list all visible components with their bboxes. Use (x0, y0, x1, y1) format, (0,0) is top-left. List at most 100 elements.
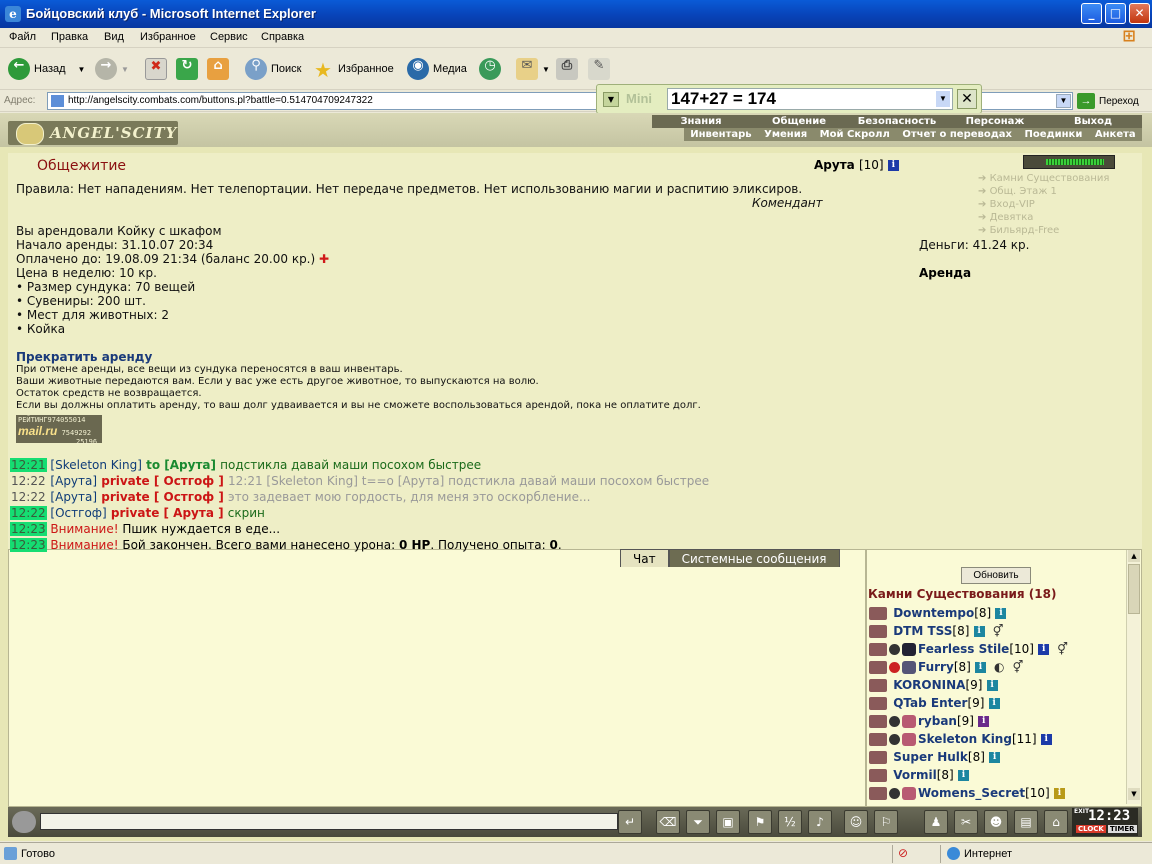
exit-door-icon[interactable]: ⌂ (1044, 810, 1068, 834)
scroll-icon[interactable]: ✂ (954, 810, 978, 834)
history-button[interactable]: ◷ (479, 56, 501, 82)
timer-label[interactable]: TIMER (1108, 825, 1137, 833)
player-name[interactable]: Furry (918, 660, 954, 674)
nav-security[interactable]: Безопасность (848, 115, 946, 128)
exit-label[interactable]: EXIT (1074, 808, 1089, 815)
player-name[interactable]: DTM TSS (893, 624, 952, 638)
info-icon[interactable]: i (1053, 788, 1065, 799)
chat-sender[interactable]: [Арута] (50, 474, 97, 488)
home-button[interactable]: ⌂ (207, 56, 229, 82)
chat-private-to[interactable]: private [ Арута ] (107, 506, 228, 520)
nav-transfers[interactable]: Отчет о переводах (902, 128, 1012, 141)
info-icon[interactable]: i (887, 160, 899, 171)
cancel-rent-link[interactable]: Прекратить аренду (16, 350, 152, 364)
link-vip[interactable]: ➔ Вход-VIP (978, 199, 1035, 210)
info-icon[interactable]: i (973, 626, 985, 637)
info-icon[interactable]: i (1038, 644, 1050, 655)
chat-private-to[interactable]: private [ Остгоф ] (97, 490, 228, 504)
media-button[interactable]: ◉ Медиа (407, 56, 467, 82)
player-row[interactable]: Womens_Secret[10] i (869, 786, 1065, 804)
refresh-button[interactable]: Обновить (961, 567, 1031, 584)
search-button[interactable]: ⚲ Поиск (245, 56, 301, 82)
scroll-thumb[interactable] (1128, 564, 1140, 614)
send-icon[interactable]: ↵ (618, 810, 642, 834)
nav-scroll[interactable]: Мой Скролл (820, 128, 890, 141)
chat-time[interactable]: 12:22 (10, 490, 47, 504)
nav-inventory[interactable]: Инвентарь (690, 128, 751, 141)
filter-icon[interactable]: ⏷ (686, 810, 710, 834)
edit-button[interactable]: ✎ (588, 56, 610, 82)
player-name[interactable]: KORONINA (893, 678, 965, 692)
chat-sender[interactable]: [Остгоф] (50, 506, 106, 520)
save-icon[interactable]: ▣ (716, 810, 740, 834)
nav-fights[interactable]: Поединки (1025, 128, 1083, 141)
menu-view[interactable]: Вид (104, 31, 124, 43)
inventory-icon[interactable]: ▤ (1014, 810, 1038, 834)
chat-sender[interactable]: [Арута] (50, 490, 97, 504)
info-icon[interactable]: i (978, 716, 990, 727)
player-row[interactable]: DTM TSS[8] i ⚥ (869, 624, 1003, 642)
figure-icon[interactable]: ♟ (924, 810, 948, 834)
walk-icon[interactable]: ⚑ (748, 810, 772, 834)
close-button[interactable]: ✕ (1129, 3, 1150, 24)
player-name[interactable]: Vormil (893, 768, 937, 782)
print-button[interactable]: ⎙ (556, 56, 578, 82)
player-name[interactable]: QTab Enter (893, 696, 967, 710)
menu-file[interactable]: Файл (9, 31, 36, 43)
scroll-up-icon[interactable]: ▲ (1128, 550, 1140, 562)
menu-favorites[interactable]: Избранное (140, 31, 196, 43)
refresh-button[interactable]: ↻ (176, 56, 198, 82)
player-name[interactable]: Downtempo (893, 606, 974, 620)
chat-time[interactable]: 12:21 (10, 458, 47, 472)
chat-time[interactable]: 12:23 (10, 538, 47, 552)
clan-icon[interactable]: ⚐ (874, 810, 898, 834)
info-icon[interactable]: i (995, 608, 1007, 619)
info-icon[interactable]: i (1040, 734, 1052, 745)
speed-icon[interactable]: ½ (778, 810, 802, 834)
forward-button[interactable]: → ▼ (95, 56, 129, 82)
chevron-down-icon[interactable]: ▼ (1056, 94, 1071, 108)
nav-exit[interactable]: Выход (1044, 115, 1142, 128)
chat-time[interactable]: 12:22 (10, 474, 47, 488)
smile-icon[interactable]: ☺ (844, 810, 868, 834)
info-icon[interactable]: i (986, 680, 998, 691)
nav-skills[interactable]: Умения (764, 128, 807, 141)
info-icon[interactable]: i (988, 698, 1000, 709)
favorites-button[interactable]: ★ Избранное (312, 56, 394, 82)
player-row[interactable]: Super Hulk[8] i (869, 750, 1001, 768)
player-row[interactable]: Skeleton King[11] i (869, 732, 1052, 750)
smiley-head-icon[interactable] (12, 811, 36, 833)
player-row[interactable]: Fearless Stile[10] i ⚥ (869, 642, 1068, 660)
eraser-icon[interactable]: ⌫ (656, 810, 680, 834)
chevron-down-icon[interactable]: ▼ (78, 65, 86, 74)
player-row[interactable]: KORONINA[9] i (869, 678, 998, 696)
chat-private-to[interactable]: private [ Остгоф ] (97, 474, 228, 488)
menu-tools[interactable]: Сервис (210, 31, 248, 43)
scroll-down-icon[interactable]: ▼ (1128, 788, 1140, 800)
mailru-counter[interactable]: РЕЙТИНГ974055014 mail.ru 7549292 25196 (16, 415, 102, 446)
mail-button[interactable]: ✉ ▼ (516, 56, 550, 82)
chat-input[interactable] (40, 813, 618, 830)
player-row[interactable]: Vormil[8] i (869, 768, 969, 786)
stop-button[interactable]: ✖ (145, 56, 167, 82)
player-row[interactable]: ryban[9] i (869, 714, 990, 732)
info-icon[interactable]: i (957, 770, 969, 781)
players-scrollbar[interactable]: ▲ ▼ (1126, 550, 1140, 804)
player-name[interactable]: Skeleton King (918, 732, 1012, 746)
clock-label[interactable]: CLOCK (1076, 825, 1106, 833)
privacy-icon[interactable]: ⊘ (898, 846, 908, 860)
link-floor1[interactable]: ➔ Общ. Этаж 1 (978, 186, 1057, 197)
menu-edit[interactable]: Правка (51, 31, 88, 43)
chevron-down-icon[interactable]: ▼ (936, 91, 950, 107)
chat-sender[interactable]: [Skeleton King] (50, 458, 142, 472)
minimize-button[interactable]: _ (1081, 3, 1102, 24)
music-icon[interactable]: ♪ (808, 810, 832, 834)
chevron-down-icon[interactable]: ▼ (603, 92, 619, 107)
chat-time[interactable]: 12:23 (10, 522, 47, 536)
player-name[interactable]: Super Hulk (893, 750, 968, 764)
link-billiard[interactable]: ➔ Бильярд-Free (978, 225, 1059, 236)
back-button[interactable]: ← Назад ▼ (8, 56, 85, 82)
player-row[interactable]: Downtempo[8] i (869, 606, 1007, 624)
nav-profile[interactable]: Анкета (1095, 128, 1136, 141)
nav-character[interactable]: Персонаж (946, 115, 1044, 128)
